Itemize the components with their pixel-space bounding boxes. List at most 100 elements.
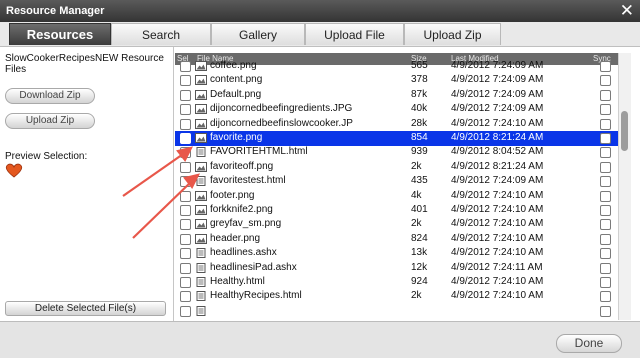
sync-checkbox[interactable] [600, 248, 611, 260]
download-zip-button[interactable]: Download Zip [5, 88, 95, 104]
image-file-icon [195, 75, 207, 86]
table-row[interactable]: coffee.png 565 4/9/2012 7:24:09 AM [175, 59, 618, 74]
document-file-icon [195, 277, 207, 287]
sync-checkbox[interactable] [600, 190, 611, 202]
table-row[interactable]: headlines.ashx 13k 4/9/2012 7:24:10 AM [175, 246, 618, 261]
file-name[interactable]: forkknife2.png [210, 203, 273, 217]
select-checkbox[interactable] [180, 61, 191, 72]
file-name[interactable]: content.png [210, 73, 262, 87]
table-row[interactable]: Healthy.html 924 4/9/2012 7:24:10 AM [175, 275, 618, 290]
file-name[interactable]: favorite.png [210, 131, 262, 145]
file-name[interactable]: footer.png [210, 189, 254, 203]
file-name[interactable]: greyfav_sm.png [210, 217, 281, 231]
image-file-icon [195, 219, 207, 230]
select-checkbox[interactable] [180, 277, 191, 288]
table-row[interactable]: FAVORITEHTML.html 939 4/9/2012 8:04:52 AM [175, 145, 618, 160]
select-checkbox[interactable] [180, 104, 191, 116]
sync-checkbox[interactable] [600, 161, 611, 173]
file-name[interactable]: header.png [210, 232, 260, 246]
sync-checkbox[interactable] [600, 133, 611, 144]
tab-resources[interactable]: Resources [9, 23, 111, 45]
sync-checkbox[interactable] [600, 147, 611, 159]
file-last-modified: 4/9/2012 7:24:10 AM [451, 290, 544, 302]
tab-upload-zip[interactable]: Upload Zip [404, 23, 501, 45]
sync-checkbox[interactable] [600, 305, 611, 317]
delete-selected-files-button[interactable]: Delete Selected File(s) [5, 301, 166, 316]
tab-search[interactable]: Search [111, 23, 211, 45]
file-size: 4k [411, 189, 422, 201]
select-checkbox[interactable] [180, 147, 191, 159]
select-checkbox[interactable] [180, 133, 191, 144]
file-name[interactable]: favoriteoff.png [210, 160, 273, 174]
tab-upload-file[interactable]: Upload File [305, 23, 404, 45]
file-size: 12k [411, 261, 428, 273]
select-checkbox[interactable] [180, 305, 191, 317]
select-checkbox[interactable] [180, 219, 191, 231]
done-button[interactable]: Done [556, 334, 622, 353]
sync-checkbox[interactable] [600, 205, 611, 216]
table-row[interactable]: forkknife2.png 401 4/9/2012 7:24:10 AM [175, 203, 618, 218]
scrollbar-thumb[interactable] [621, 111, 628, 151]
file-name[interactable]: favoritestest.html [210, 174, 286, 188]
table-row[interactable]: dijoncornedbeefingredients.JPG 40k 4/9/201… [175, 102, 618, 117]
file-size: 939 [411, 146, 428, 158]
table-row[interactable]: Default.png 87k 4/9/2012 7:24:09 AM [175, 88, 618, 103]
sync-checkbox[interactable] [600, 61, 611, 72]
table-row[interactable]: greyfav_sm.png 2k 4/9/2012 7:24:10 AM [175, 217, 618, 232]
table-row[interactable]: favoriteoff.png 2k 4/9/2012 8:21:24 AM [175, 160, 618, 175]
table-row[interactable]: headlinesiPad.ashx 12k 4/9/2012 7:24:11 AM [175, 261, 618, 276]
file-name[interactable]: headlinesiPad.ashx [210, 261, 297, 275]
close-icon[interactable]: ✕ [620, 1, 634, 21]
table-row[interactable]: favorite.png 854 4/9/2012 8:21:24 AM [175, 131, 618, 146]
select-checkbox[interactable] [180, 190, 191, 202]
select-checkbox[interactable] [180, 205, 191, 216]
file-name[interactable]: dijoncornedbeefingredients.JPG [210, 102, 352, 116]
select-checkbox[interactable] [180, 291, 191, 303]
sync-checkbox[interactable] [600, 89, 611, 101]
sync-checkbox[interactable] [600, 277, 611, 288]
sync-checkbox[interactable] [600, 219, 611, 231]
resource-sidebar: SlowCookerRecipesNEW Resource Files Down… [0, 47, 174, 321]
sync-checkbox[interactable] [600, 176, 611, 188]
file-name[interactable]: HealthyRecipes.html [210, 289, 302, 303]
table-row[interactable]: content.png 378 4/9/2012 7:24:09 AM [175, 73, 618, 88]
file-name[interactable]: headlines.ashx [210, 246, 277, 260]
select-checkbox[interactable] [180, 233, 191, 245]
table-row[interactable]: footer.png 4k 4/9/2012 7:24:10 AM [175, 189, 618, 204]
document-file-icon [195, 176, 207, 187]
table-row[interactable]: header.png 824 4/9/2012 7:24:10 AM [175, 232, 618, 247]
file-last-modified: 4/9/2012 7:24:11 AM [451, 261, 543, 273]
document-file-icon [195, 262, 207, 273]
file-last-modified: 4/9/2012 8:21:24 AM [451, 160, 544, 172]
tab-gallery[interactable]: Gallery [211, 23, 305, 45]
upload-zip-button[interactable]: Upload Zip [5, 113, 95, 129]
sync-checkbox[interactable] [600, 233, 611, 245]
table-row[interactable] [175, 304, 618, 319]
file-name[interactable]: dijoncornedbeefinslowcooker.JP [210, 117, 353, 131]
select-checkbox[interactable] [180, 89, 191, 101]
table-scrollbar[interactable] [618, 53, 631, 320]
sync-checkbox[interactable] [600, 262, 611, 274]
table-row[interactable]: favoritestest.html 435 4/9/2012 7:24:09 AM [175, 174, 618, 189]
file-size: 13k [411, 247, 428, 259]
table-row[interactable]: dijoncornedbeefinslowcooker.JP 28k 4/9/201… [175, 117, 618, 132]
sync-checkbox[interactable] [600, 104, 611, 116]
select-checkbox[interactable] [180, 161, 191, 173]
document-file-icon [195, 248, 207, 259]
sync-checkbox[interactable] [600, 291, 611, 303]
file-last-modified: 4/9/2012 7:24:10 AM [451, 276, 544, 287]
file-size: 28k [411, 117, 428, 129]
file-size: 378 [411, 74, 428, 86]
file-name[interactable]: Default.png [210, 88, 261, 102]
file-name[interactable]: Healthy.html [210, 275, 265, 289]
sync-checkbox[interactable] [600, 75, 611, 87]
select-checkbox[interactable] [180, 118, 191, 130]
file-name[interactable]: coffee.png [210, 59, 257, 73]
file-name[interactable]: FAVORITEHTML.html [210, 145, 308, 159]
select-checkbox[interactable] [180, 248, 191, 260]
sync-checkbox[interactable] [600, 118, 611, 130]
select-checkbox[interactable] [180, 176, 191, 188]
select-checkbox[interactable] [180, 75, 191, 87]
select-checkbox[interactable] [180, 262, 191, 274]
table-row[interactable]: HealthyRecipes.html 2k 4/9/2012 7:24:10 AM [175, 289, 618, 304]
